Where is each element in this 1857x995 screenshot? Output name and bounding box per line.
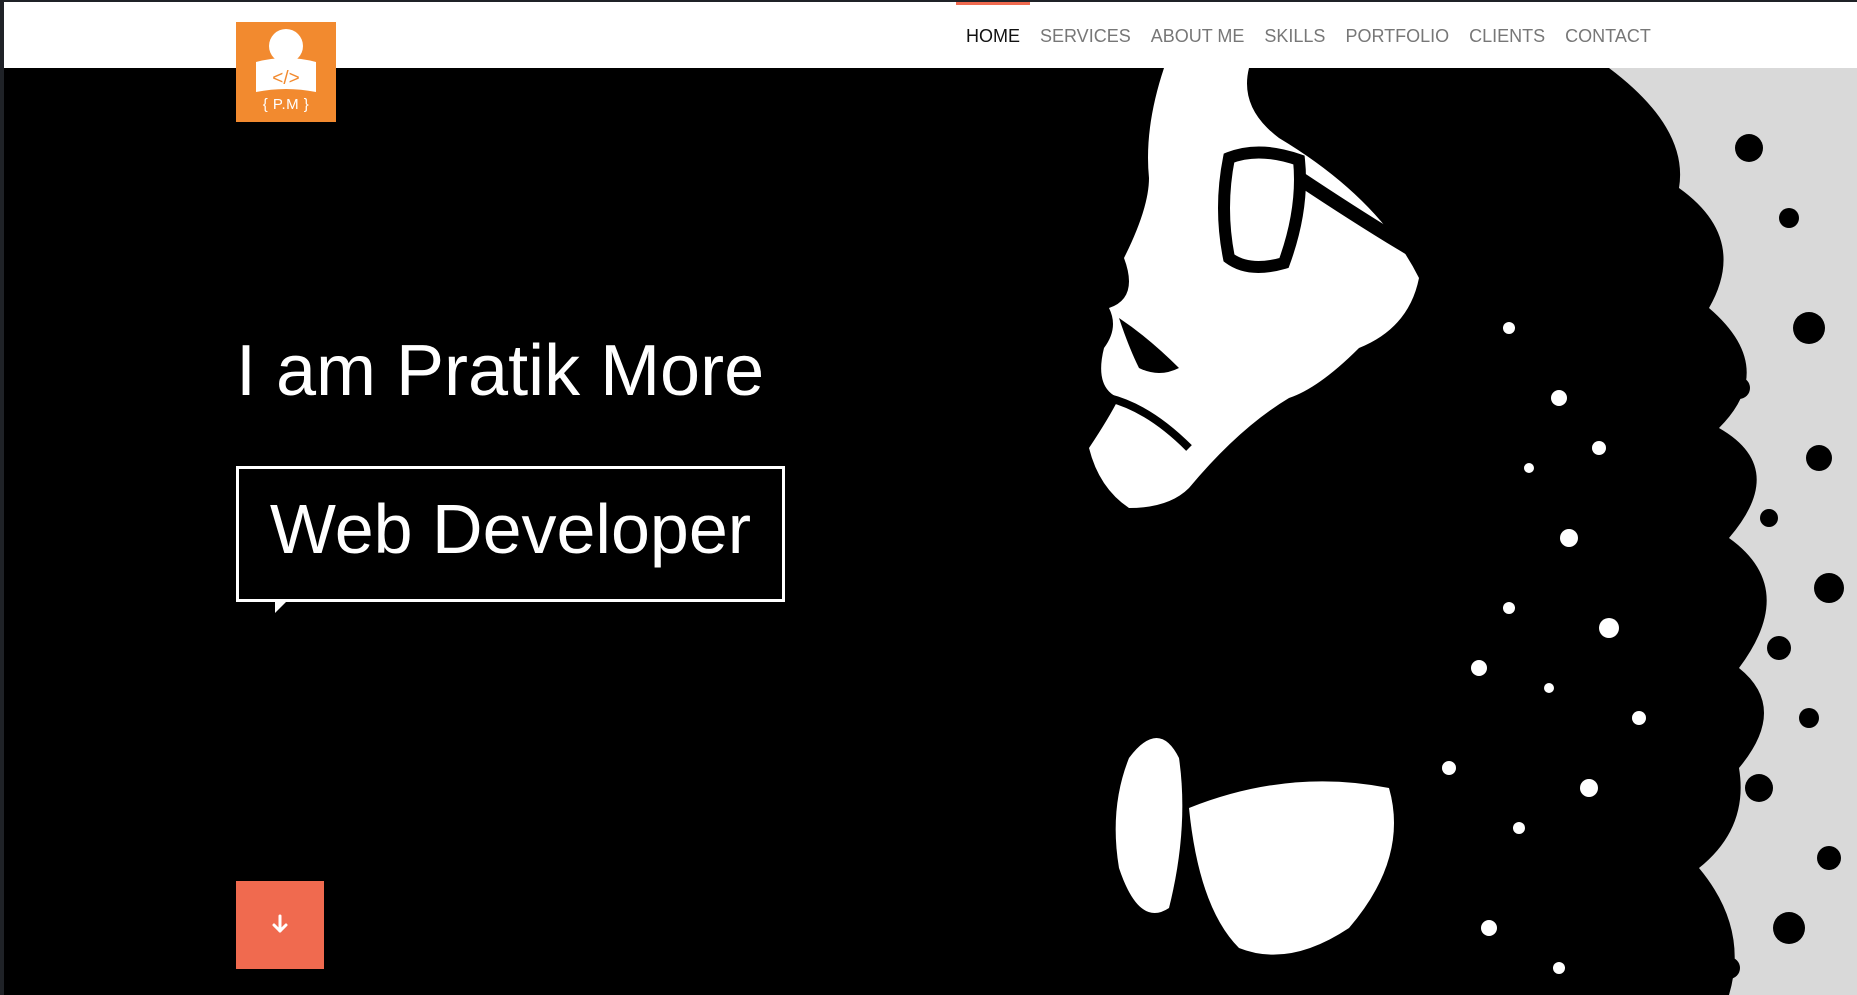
portrait-illustration xyxy=(1089,68,1857,995)
main-nav: HOME SERVICES ABOUT ME SKILLS PORTFOLIO … xyxy=(956,2,1651,68)
scroll-down-button[interactable] xyxy=(236,881,324,969)
nav-services[interactable]: SERVICES xyxy=(1040,2,1131,68)
logo-code-glyph: </> xyxy=(272,68,299,89)
site-logo[interactable]: </> { P.M } xyxy=(236,22,336,122)
role-text: Web Developer xyxy=(269,490,752,568)
nav-clients[interactable]: CLIENTS xyxy=(1469,2,1545,68)
nav-contact[interactable]: CONTACT xyxy=(1565,2,1651,68)
role-speech-bubble: Web Developer xyxy=(236,466,785,613)
arrow-down-icon xyxy=(272,914,288,933)
nav-home[interactable]: HOME xyxy=(956,2,1030,68)
nav-portfolio[interactable]: PORTFOLIO xyxy=(1345,2,1449,68)
page-frame: HOME SERVICES ABOUT ME SKILLS PORTFOLIO … xyxy=(4,2,1857,995)
nav-about-me[interactable]: ABOUT ME xyxy=(1151,2,1245,68)
speech-bubble-tail xyxy=(275,599,289,613)
logo-text: { P.M } xyxy=(262,96,310,113)
hero-title: I am Pratik More xyxy=(236,331,765,411)
nav-skills[interactable]: SKILLS xyxy=(1264,2,1325,68)
